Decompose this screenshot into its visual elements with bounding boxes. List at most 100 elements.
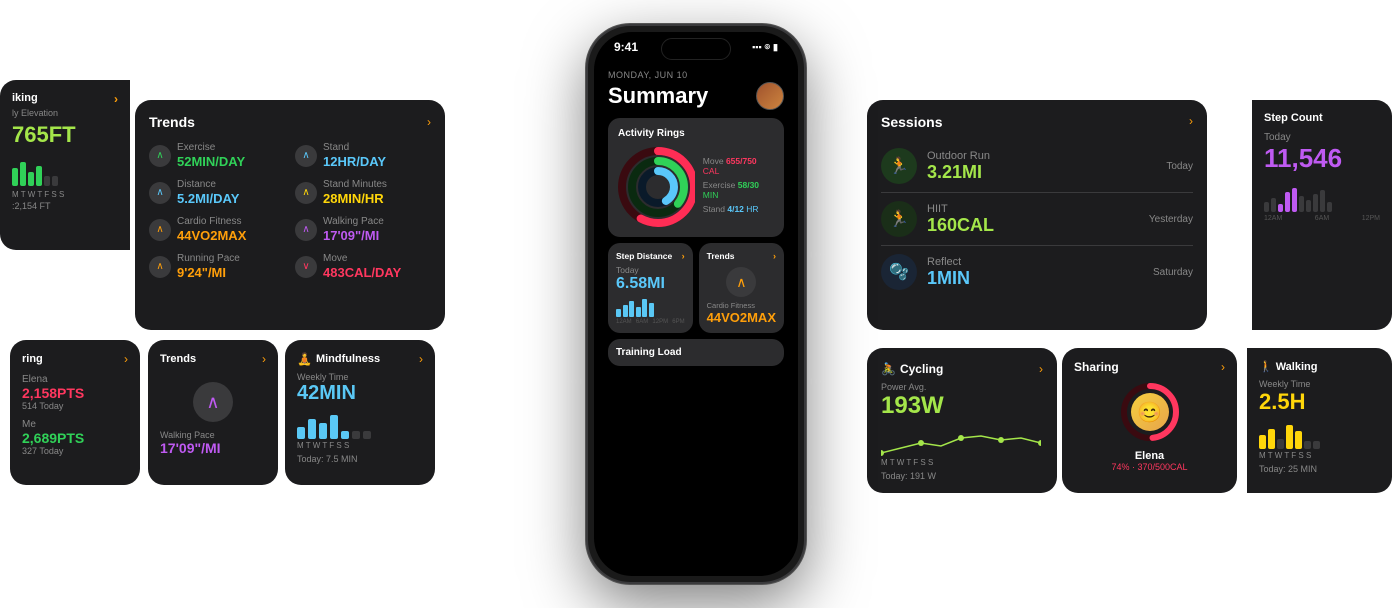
sharing-value: 74% · 370/500CAL <box>1074 462 1225 472</box>
session-hiit: 🏃 HIIT 160CAL Yesterday <box>881 193 1193 246</box>
cycling-subtitle: Power Avg. <box>881 382 1043 392</box>
walking-days: M T W T F S S <box>1259 451 1380 460</box>
phone-time: 9:41 <box>614 40 638 54</box>
walking-today: Today: 25 MIN <box>1259 464 1380 474</box>
sharing-elena: Elena 2,158PTS 514 Today <box>22 374 128 411</box>
walking-card: 🚶 Walking Weekly Time 2.5H M T W T F S S… <box>1247 348 1392 493</box>
hiking-chevron[interactable]: › <box>114 92 118 106</box>
step-distance-card: Step Distance › Today 6.58MI <box>608 243 693 333</box>
trends-mini-header: Trends › <box>707 251 776 261</box>
trends-small-data: Walking Pace 17'09"/MI <box>160 430 266 456</box>
trends-small-chevron[interactable]: › <box>262 352 266 366</box>
session-reflect-when: Saturday <box>1153 267 1193 278</box>
trends-mini-chevron[interactable]: › <box>773 251 776 261</box>
mindfulness-icon: 🧘 <box>297 352 312 366</box>
session-reflect-name: Reflect <box>927 256 1143 268</box>
phone: 9:41 ▪▪▪ ⌾ ▮ MONDAY, JUN 10 Summary Acti… <box>586 24 806 584</box>
sessions-title: Sessions <box>881 114 942 130</box>
step-distance-chart <box>616 297 685 317</box>
sharing-left-chevron[interactable]: › <box>124 352 128 366</box>
session-hiit-icon: 🏃 <box>881 201 917 237</box>
sessions-card: Sessions › 🏃 Outdoor Run 3.21MI Today 🏃 … <box>867 100 1207 330</box>
step-distance-today: Today <box>616 265 685 275</box>
step-count-value: 11,546 <box>1264 143 1380 174</box>
activity-rings-svg: ↑ <box>618 147 695 227</box>
trends-small-circle: ∧ <box>193 382 233 422</box>
trends-big-chevron[interactable]: › <box>427 115 431 129</box>
trends-big-card: Trends › ∧ Exercise 52MIN/DAY ∧ S <box>135 100 445 330</box>
mindfulness-weekly-label: Weekly Time <box>297 372 423 382</box>
sharing-right-title: Sharing <box>1074 360 1119 374</box>
trends-mini-value: 44VO2MAX <box>707 310 776 325</box>
sharing-avatar: 😊 <box>1131 393 1169 431</box>
mindfulness-value: 42MIN <box>297 382 423 405</box>
hiking-value: 765FT <box>12 122 118 148</box>
scene: iking › ly Elevation 765FT M T W T F S S… <box>0 0 1392 608</box>
hiking-chart <box>12 156 118 186</box>
hiking-sub2: :2,154 FT <box>12 201 118 211</box>
trends-small-arrow-icon: ∧ <box>206 392 219 413</box>
sharing-name: Elena <box>1074 450 1225 462</box>
cycling-title: Cycling <box>900 362 943 376</box>
sharing-right-card: Sharing › 😊 Elena 74% · 370/500CAL <box>1062 348 1237 493</box>
trends-big-title: Trends <box>149 114 195 130</box>
trend-walking-pace: ∧ Walking Pace 17'09"/MI <box>295 216 431 243</box>
trend-distance: ∧ Distance 5.2MI/DAY <box>149 179 285 206</box>
session-hiit-when: Yesterday <box>1149 214 1193 225</box>
session-run-icon: 🏃 <box>881 148 917 184</box>
rings-stats: Move 655/750 CAL Exercise 58/30 MIN Stan <box>703 156 774 218</box>
mindfulness-today: Today: 7.5 MIN <box>297 454 423 464</box>
session-run-when: Today <box>1166 161 1193 172</box>
trends-mini-card: Trends › ∧ Cardio Fitness 44VO2MAX <box>699 243 784 333</box>
trend-stand: ∧ Stand 12HR/DAY <box>295 142 431 169</box>
cycling-value: 193W <box>881 392 1043 420</box>
hiking-title: iking › <box>12 92 118 106</box>
training-load-card: Training Load <box>608 339 784 366</box>
phone-date: MONDAY, JUN 10 <box>608 70 784 80</box>
trends-mini-circle: ∧ <box>726 267 756 297</box>
cycling-icon: 🚴 <box>881 362 896 376</box>
trend-running-pace: ∧ Running Pace 9'24"/MI <box>149 253 285 280</box>
phone-avatar <box>756 82 784 110</box>
sharing-right-chevron[interactable]: › <box>1221 360 1225 374</box>
activity-rings-title: Activity Rings <box>618 128 774 139</box>
training-load-title: Training Load <box>616 347 776 358</box>
sessions-header: Sessions › <box>881 114 1193 130</box>
step-count-chart <box>1264 182 1380 212</box>
trend-move: ∨ Move 483CAL/DAY <box>295 253 431 280</box>
session-reflect-value: 1MIN <box>927 268 1143 289</box>
trends-small-arrow-container: ∧ <box>160 382 266 422</box>
rings-section: ↑ Move 655/750 CAL Exercise 58/30 <box>618 147 774 227</box>
mindfulness-card: 🧘 Mindfulness › Weekly Time 42MIN M T W … <box>285 340 435 485</box>
mindfulness-chevron[interactable]: › <box>419 352 423 366</box>
hiking-subtitle: ly Elevation <box>12 108 118 118</box>
trend-exercise: ∧ Exercise 52MIN/DAY <box>149 142 285 169</box>
session-run-value: 3.21MI <box>927 162 1156 183</box>
cycling-chevron[interactable]: › <box>1039 362 1043 376</box>
mindfulness-chart <box>297 411 423 439</box>
step-count-card: Step Count Today 11,546 12AM6AM12PM <box>1252 100 1392 330</box>
status-icons: ▪▪▪ ⌾ ▮ <box>752 42 778 53</box>
trends-big-header: Trends › <box>149 114 431 130</box>
signal-icon: ▪▪▪ <box>752 42 762 52</box>
step-distance-chevron[interactable]: › <box>682 251 685 261</box>
session-reflect-icon: 🫧 <box>881 254 917 290</box>
hiking-title-text: iking <box>12 92 38 106</box>
trends-small-title: Trends <box>160 353 196 365</box>
walking-title: Walking <box>1276 361 1318 373</box>
sharing-me: Me 2,689PTS 327 Today <box>22 419 128 456</box>
cycling-chart <box>881 428 1043 458</box>
step-count-title: Step Count <box>1264 112 1323 124</box>
mindfulness-days: M T W T F S S <box>297 441 423 450</box>
trend-stand-minutes: ∧ Stand Minutes 28MIN/HR <box>295 179 431 206</box>
phone-bottom-row: Step Distance › Today 6.58MI <box>608 243 784 333</box>
step-distance-header: Step Distance › <box>616 251 685 261</box>
step-distance-times: 12AM6AM12PM6PM <box>616 319 685 325</box>
walking-icon: 🚶 <box>1259 360 1273 373</box>
hiking-days: M T W T F S S <box>12 190 118 199</box>
activity-rings-card: Activity Rings <box>608 118 784 237</box>
session-reflect: 🫧 Reflect 1MIN Saturday <box>881 246 1193 298</box>
session-outdoor-run: 🏃 Outdoor Run 3.21MI Today <box>881 140 1193 193</box>
sessions-chevron[interactable]: › <box>1189 114 1193 130</box>
step-count-today-label: Today <box>1264 132 1380 143</box>
